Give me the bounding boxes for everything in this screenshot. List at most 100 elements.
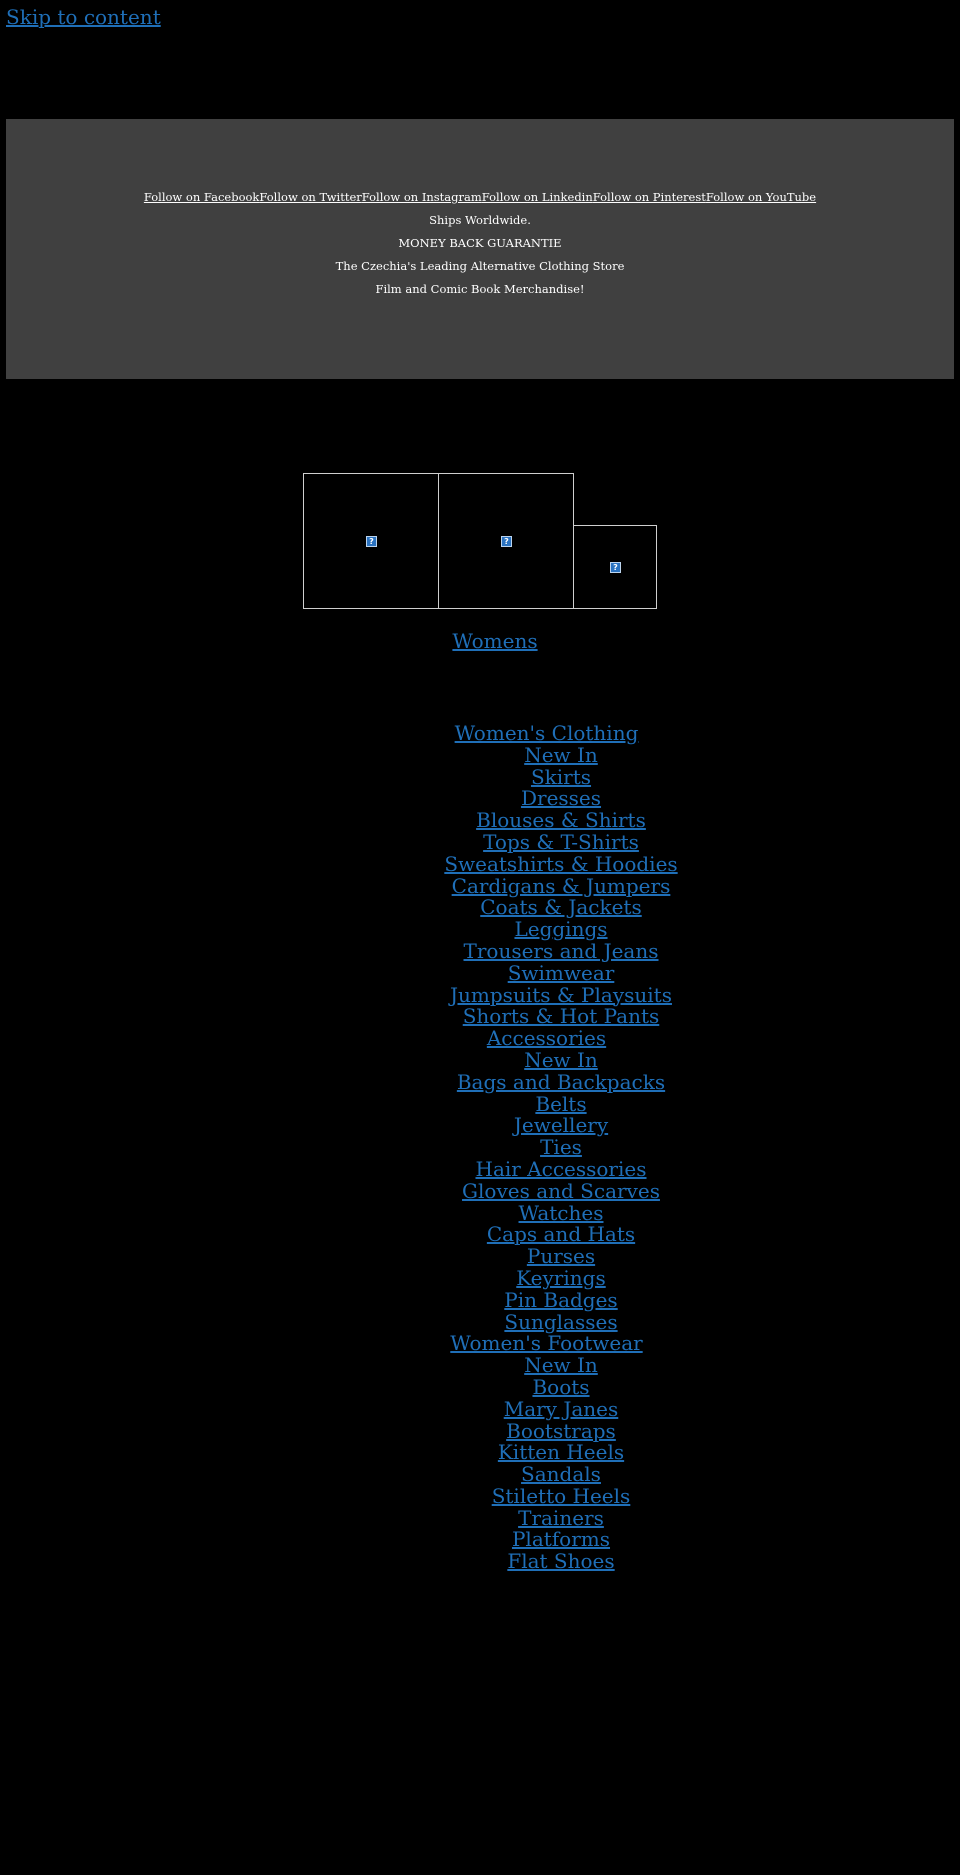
gallery-image-3[interactable]: ? [573,525,657,609]
menu-item: Leggings [0,917,960,941]
menu-item-link[interactable]: Bags and Backpacks [457,1070,665,1094]
follow-facebook-link[interactable]: Follow on Facebook [144,190,260,204]
merch-message: Film and Comic Book Merchandise! [375,282,585,296]
menu-item-link[interactable]: Ties [540,1135,582,1159]
menu-item: Boots [0,1375,960,1399]
menu-item: Purses [0,1244,960,1268]
menu-item-link[interactable]: Leggings [514,917,607,941]
menu-item: Jewellery [0,1113,960,1137]
menu-item-link[interactable]: Sandals [521,1462,601,1486]
menu-category-link[interactable]: Women's Clothing [455,721,639,745]
menu-category: Women's Footwear [0,1331,960,1355]
skip-to-content-link[interactable]: Skip to content [6,4,161,30]
menu-item-link[interactable]: Shorts & Hot Pants [463,1004,660,1028]
menu-item: Ties [0,1135,960,1159]
menu-item-link[interactable]: Jumpsuits & Playsuits [450,983,672,1007]
menu-item: Trainers [0,1506,960,1530]
follow-pinterest-link[interactable]: Follow on Pinterest [593,190,706,204]
menu-item: Gloves and Scarves [0,1179,960,1203]
social-links: Follow on FacebookFollow on TwitterFollo… [6,189,954,205]
menu-item: Keyrings [0,1266,960,1290]
menu-category-link[interactable]: Women's Footwear [450,1331,642,1355]
menu-item: Watches [0,1201,960,1225]
menu-item: Blouses & Shirts [0,808,960,832]
follow-youtube-link[interactable]: Follow on YouTube [706,190,816,204]
broken-image-icon: ? [501,536,512,547]
menu-item: New In [0,1048,960,1072]
menu-category-link[interactable]: Accessories [487,1026,606,1050]
follow-twitter-link[interactable]: Follow on Twitter [259,190,361,204]
menu-item-link[interactable]: Belts [535,1092,586,1116]
gallery-image-2[interactable]: ? [438,473,574,609]
menu-item-link[interactable]: Hair Accessories [476,1157,647,1181]
menu-item: Caps and Hats [0,1222,960,1246]
menu-item-link[interactable]: Kitten Heels [498,1440,624,1464]
menu-item: Coats & Jackets [0,895,960,919]
menu-item-link[interactable]: Skirts [531,765,591,789]
menu-item: New In [0,1353,960,1377]
menu-item: Sweatshirts & Hoodies [0,852,960,876]
menu-item-link[interactable]: Platforms [512,1527,610,1551]
guarantee-message: MONEY BACK GUARANTIE [398,236,562,250]
follow-instagram-link[interactable]: Follow on Instagram [362,190,482,204]
menu-item: Mary Janes [0,1397,960,1421]
gallery-image-1[interactable]: ? [303,473,439,609]
menu-item-link[interactable]: Jewellery [514,1113,608,1137]
menu-item: Jumpsuits & Playsuits [0,983,960,1007]
menu-item-link[interactable]: New In [524,1353,598,1377]
broken-image-icon: ? [610,562,621,573]
menu-item-link[interactable]: Mary Janes [504,1397,619,1421]
womens-nav-link[interactable]: Womens [0,628,960,654]
menu-item-link[interactable]: Boots [532,1375,589,1399]
menu-item: Dresses [0,786,960,810]
menu-item-link[interactable]: Caps and Hats [487,1222,635,1246]
menu-item-link[interactable]: New In [524,743,598,767]
menu-item-link[interactable]: Swimwear [508,961,615,985]
menu-item: Belts [0,1092,960,1116]
menu-item: Cardigans & Jumpers [0,874,960,898]
menu-item: Flat Shoes [0,1549,960,1573]
menu-item: Skirts [0,765,960,789]
menu-item-link[interactable]: Cardigans & Jumpers [452,874,671,898]
follow-linkedin-link[interactable]: Follow on Linkedin [482,190,593,204]
menu-item-link[interactable]: Purses [527,1244,595,1268]
menu-item: Bootstraps [0,1419,960,1443]
menu-item-link[interactable]: Bootstraps [506,1419,616,1443]
shipping-message: Ships Worldwide. [429,213,531,227]
menu-item-link[interactable]: Dresses [521,786,601,810]
menu-item: Hair Accessories [0,1157,960,1181]
menu-item: Tops & T-Shirts [0,830,960,854]
menu-item-link[interactable]: Trainers [518,1506,604,1530]
menu-item-link[interactable]: Trousers and Jeans [464,939,659,963]
menu-item-link[interactable]: New In [524,1048,598,1072]
menu-item-link[interactable]: Sweatshirts & Hoodies [444,852,677,876]
menu-item: New In [0,743,960,767]
menu-item-link[interactable]: Blouses & Shirts [476,808,646,832]
announcement-banner: Follow on FacebookFollow on TwitterFollo… [6,119,954,379]
menu-item: Trousers and Jeans [0,939,960,963]
menu-category: Women's Clothing [0,721,960,745]
menu-item: Pin Badges [0,1288,960,1312]
menu-item-link[interactable]: Sunglasses [504,1310,617,1334]
menu-item: Shorts & Hot Pants [0,1004,960,1028]
menu-item: Stiletto Heels [0,1484,960,1508]
store-tagline: The Czechia's Leading Alternative Clothi… [335,259,625,273]
menu-item: Sunglasses [0,1310,960,1334]
broken-image-icon: ? [366,536,377,547]
image-gallery: ? ? ? [303,473,657,609]
menu-item: Swimwear [0,961,960,985]
menu-item: Platforms [0,1529,960,1551]
menu-item-link[interactable]: Coats & Jackets [480,895,641,919]
menu-item: Kitten Heels [0,1440,960,1464]
menu-item: Sandals [0,1462,960,1486]
menu-item-link[interactable]: Keyrings [516,1266,605,1290]
menu-item-link[interactable]: Tops & T-Shirts [483,830,639,854]
womens-category-menu: Women's Clothing New In Skirts Dresses Blous… [0,721,960,1573]
menu-item-link[interactable]: Stiletto Heels [492,1484,631,1508]
menu-category: Accessories [0,1026,960,1050]
menu-item-link[interactable]: Pin Badges [504,1288,617,1312]
menu-item-link[interactable]: Flat Shoes [507,1549,614,1573]
menu-item-link[interactable]: Watches [519,1201,604,1225]
menu-item: Bags and Backpacks [0,1070,960,1094]
menu-item-link[interactable]: Gloves and Scarves [462,1179,660,1203]
